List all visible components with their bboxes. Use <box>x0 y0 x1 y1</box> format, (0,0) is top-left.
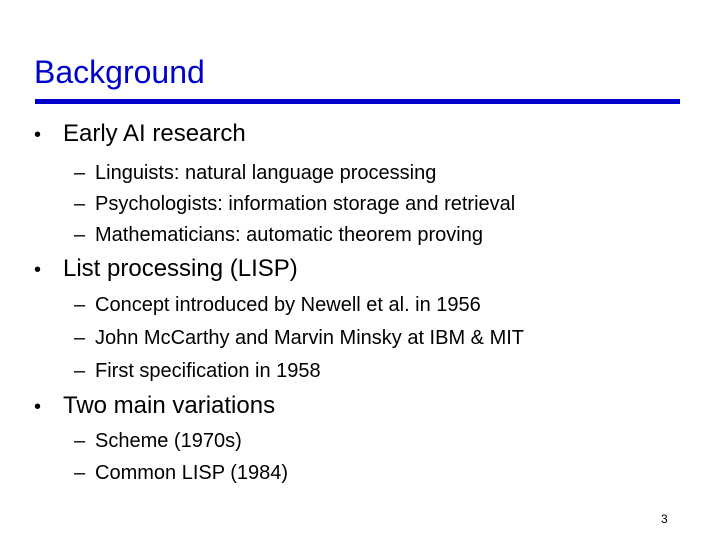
bullet-text: Two main variations <box>63 392 276 419</box>
sub-bullet: – John McCarthy and Marvin Minsky at IBM … <box>74 325 524 351</box>
bullet-icon: • <box>34 124 42 146</box>
sub-bullet: – Linguists: natural language processing <box>74 160 436 186</box>
sub-bullet: – First specification in 1958 <box>74 358 321 384</box>
sub-bullet-text: First specification in 1958 <box>95 360 321 382</box>
bullet-text: Early AI research <box>63 120 246 147</box>
sub-bullet: – Mathematicians: automatic theorem provi… <box>74 222 483 248</box>
dash-icon: – <box>74 224 86 246</box>
dash-icon: – <box>74 294 86 316</box>
dash-icon: – <box>74 462 86 484</box>
sub-bullet: – Common LISP (1984) <box>74 460 288 486</box>
dash-icon: – <box>74 162 86 184</box>
bullet-icon: • <box>34 396 42 418</box>
sub-bullet-text: Scheme (1970s) <box>95 430 242 452</box>
bullet-text: List processing (LISP) <box>63 255 298 282</box>
dash-icon: – <box>74 430 86 452</box>
sub-bullet-text: Common LISP (1984) <box>95 462 289 484</box>
sub-bullet-text: Mathematicians: automatic theorem provin… <box>95 224 483 246</box>
dash-icon: – <box>74 360 86 382</box>
bullet-icon: • <box>34 259 42 281</box>
slide-content: • Early AI research – Linguists: natural l… <box>0 0 720 540</box>
sub-bullet-text: Psychologists: information storage and r… <box>95 193 516 215</box>
bullet-early-ai-research: • Early AI research <box>34 119 246 150</box>
page-number: 3 <box>661 512 668 526</box>
sub-bullet: – Psychologists: information storage and … <box>74 191 515 217</box>
sub-bullet: – Scheme (1970s) <box>74 428 242 454</box>
dash-icon: – <box>74 193 86 215</box>
sub-bullet-text: Concept introduced by Newell et al. in 1… <box>95 294 481 316</box>
dash-icon: – <box>74 327 86 349</box>
sub-bullet: – Concept introduced by Newell et al. in … <box>74 292 481 318</box>
sub-bullet-text: Linguists: natural language processing <box>95 162 437 184</box>
bullet-two-main-variations: • Two main variations <box>34 391 275 422</box>
sub-bullet-text: John McCarthy and Marvin Minsky at IBM &… <box>95 327 525 349</box>
bullet-list-processing: • List processing (LISP) <box>34 254 298 285</box>
